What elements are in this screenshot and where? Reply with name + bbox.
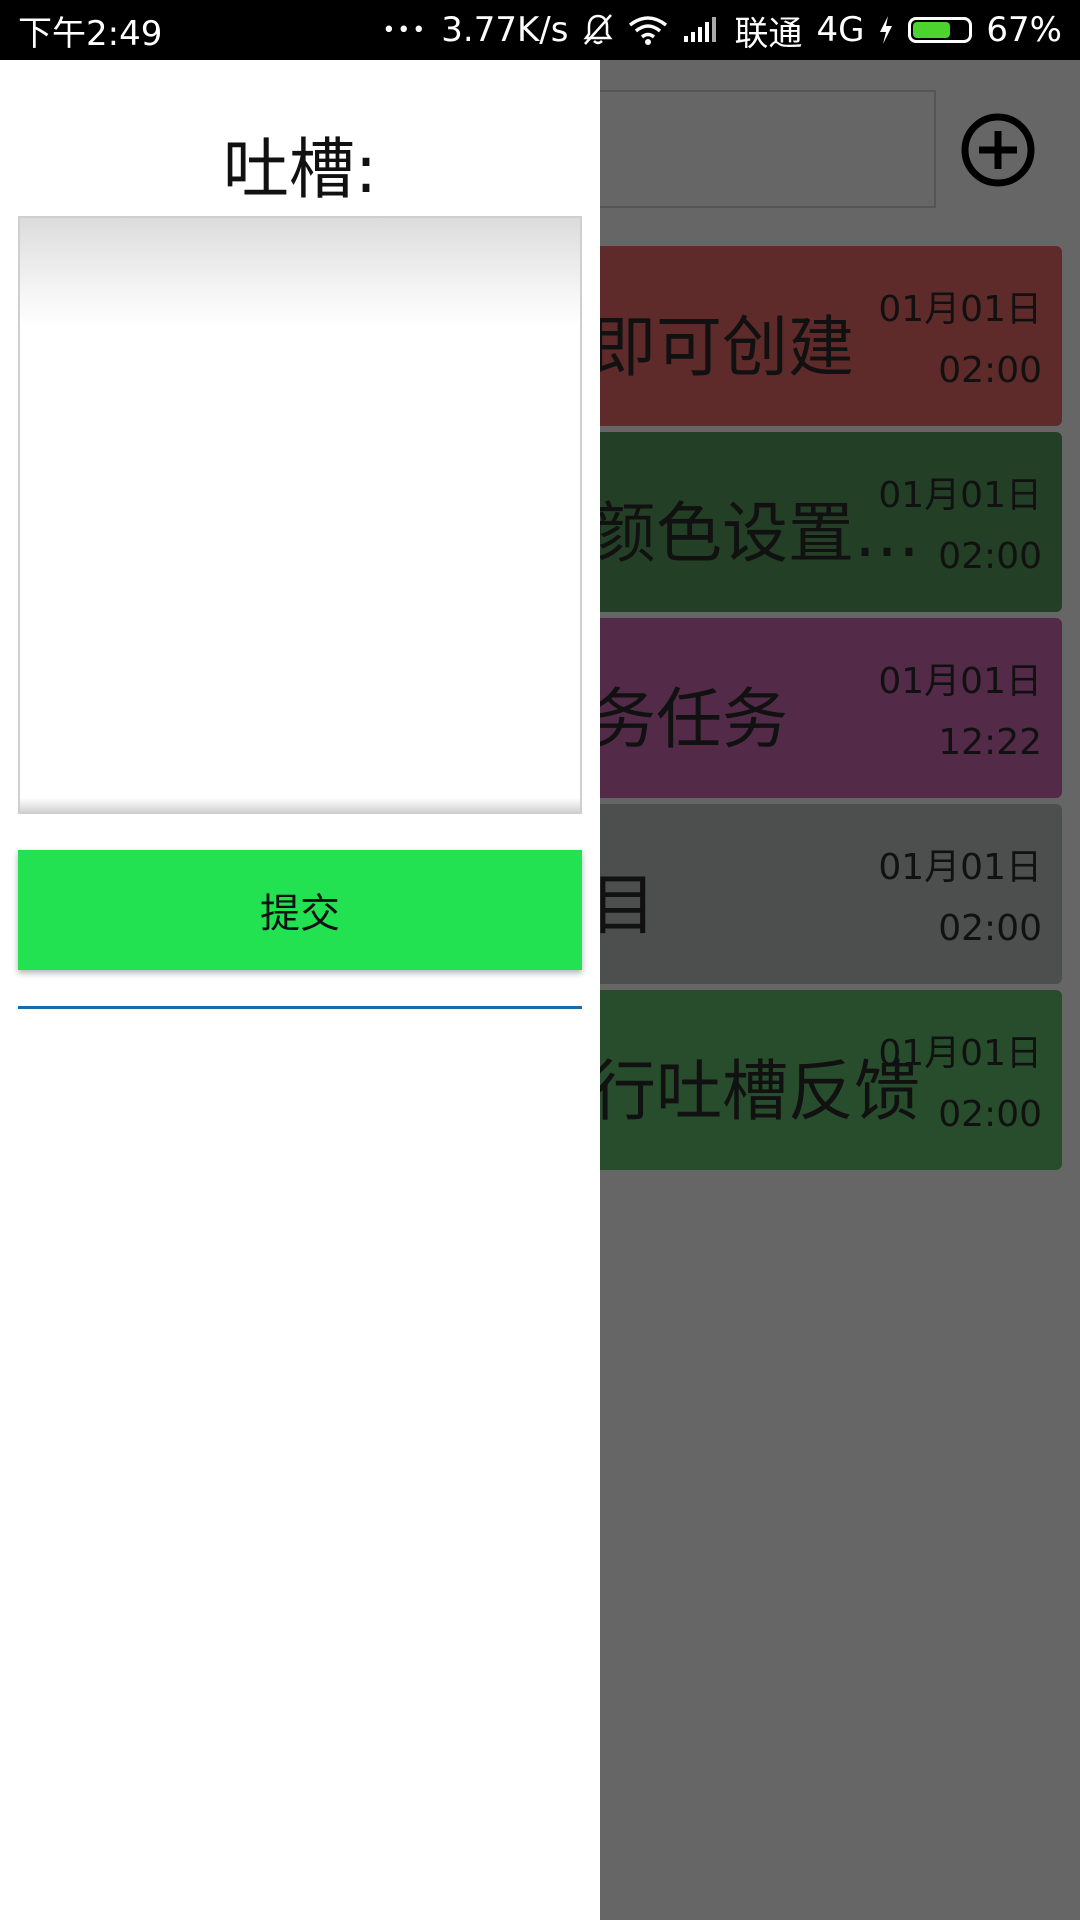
battery-level-fill (913, 22, 950, 38)
bell-muted-icon (582, 13, 614, 47)
task-title: 行吐槽反馈 (590, 1053, 920, 1130)
network-type: 4G (816, 10, 865, 50)
battery-percent: 67% (986, 10, 1062, 50)
status-time: 下午2:49 (18, 13, 163, 54)
add-circle-icon (961, 113, 1035, 187)
task-date: 01月01日 (878, 847, 1042, 888)
task-date: 01月01日 (878, 661, 1042, 702)
task-time: 02:00 (938, 350, 1042, 391)
task-title: 务任务 (590, 681, 788, 758)
task-date: 01月01日 (878, 1033, 1042, 1074)
signal-icon (682, 16, 720, 44)
task-date: 01月01日 (878, 475, 1042, 516)
divider (18, 1006, 582, 1009)
carrier-name: 联通 (734, 13, 803, 54)
feedback-input[interactable] (18, 216, 582, 814)
status-right-group: ••• 3.77K/s 联通 4G 67% (382, 6, 1062, 55)
task-time: 02:00 (938, 1094, 1042, 1135)
wifi-icon (628, 15, 668, 45)
network-speed: 3.77K/s (441, 10, 569, 50)
add-task-button[interactable] (960, 112, 1036, 188)
task-time: 02:00 (938, 908, 1042, 949)
charging-bolt-icon (878, 15, 894, 45)
battery-icon (908, 17, 973, 43)
submit-button[interactable]: 提交 (18, 850, 582, 970)
drawer-title: 吐槽: (222, 131, 378, 208)
more-dots-icon: ••• (382, 17, 428, 43)
status-bar: 下午2:49 ••• 3.77K/s 联通 4G 67% (0, 0, 1080, 60)
task-title: 即可创建 (590, 309, 854, 386)
task-time: 12:22 (938, 722, 1042, 763)
task-time: 02:00 (938, 536, 1042, 577)
task-date: 01月01日 (878, 289, 1042, 330)
task-title: 颜色设置… (590, 495, 920, 572)
feedback-drawer: 吐槽: 提交 (0, 60, 600, 1920)
